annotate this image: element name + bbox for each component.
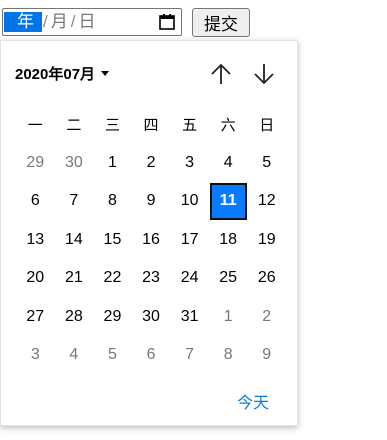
day-cell[interactable]: 27 <box>16 298 55 337</box>
day-cell[interactable]: 22 <box>93 259 132 298</box>
adjacent-month-day-cell[interactable]: 9 <box>247 336 286 375</box>
day-cell[interactable]: 7 <box>55 182 94 221</box>
adjacent-month-day-cell[interactable]: 30 <box>55 144 94 183</box>
selected-day-cell[interactable]: 11 <box>209 182 247 220</box>
calendar-week-row: 20 21 22 23 24 25 26 <box>16 259 286 298</box>
day-cell[interactable]: 4 <box>209 144 248 183</box>
weekday-label: 二 <box>66 115 82 134</box>
day-cell[interactable]: 6 <box>16 182 55 221</box>
caret-down-icon <box>101 71 110 76</box>
arrow-down-icon <box>254 64 274 85</box>
day-cell[interactable]: 1 <box>93 144 132 183</box>
calendar-grid: 一二三四五六日 29 30 1 2 3 4 5 6 7 8 9 10 11 12 13 14 15 16 17 18 1… <box>16 105 286 375</box>
today-button[interactable]: 今天 <box>237 389 269 413</box>
adjacent-month-day-cell[interactable]: 3 <box>16 336 55 375</box>
day-cell[interactable]: 24 <box>170 259 209 298</box>
day-cell[interactable]: 21 <box>55 259 94 298</box>
weekday-label: 五 <box>182 115 198 134</box>
calendar-week-row: 27 28 29 30 31 1 2 <box>16 298 286 337</box>
calendar-week-row: 29 30 1 2 3 4 5 <box>16 144 286 183</box>
adjacent-month-day-cell[interactable]: 2 <box>247 298 286 337</box>
weekday-label: 日 <box>259 115 275 134</box>
day-cell[interactable]: 20 <box>16 259 55 298</box>
day-cell[interactable]: 2 <box>132 144 171 183</box>
date-separator: / <box>43 12 48 31</box>
weekday-header-row: 一二三四五六日 <box>16 105 286 144</box>
day-cell[interactable]: 23 <box>132 259 171 298</box>
calendar-week-row: 13 14 15 16 17 18 19 <box>16 221 286 260</box>
weekday-label: 三 <box>104 115 120 134</box>
day-cell[interactable]: 15 <box>93 221 132 260</box>
calendar-week-row: 6 7 8 9 10 11 12 <box>16 182 286 221</box>
day-cell[interactable]: 14 <box>55 221 94 260</box>
adjacent-month-day-cell[interactable]: 4 <box>55 336 94 375</box>
page: 年 / 月 / 日 提交 2020年07月 一 二 三 四 五 六 日 29 3… <box>0 0 387 440</box>
adjacent-month-day-cell[interactable]: 6 <box>132 336 171 375</box>
month-segment[interactable]: 月 <box>49 12 70 32</box>
previous-month-button[interactable] <box>208 61 234 87</box>
day-cell[interactable]: 17 <box>170 221 209 260</box>
day-cell[interactable]: 26 <box>247 259 286 298</box>
submit-button[interactable]: 提交 <box>192 8 250 37</box>
next-month-button[interactable] <box>251 61 277 87</box>
arrow-up-icon <box>211 63 231 84</box>
weekday-label: 六 <box>220 115 236 134</box>
day-cell[interactable]: 25 <box>209 259 248 298</box>
year-segment[interactable]: 年 <box>4 12 42 32</box>
calendar-week-row: 3456789 <box>16 336 286 375</box>
adjacent-month-day-cell[interactable]: 5 <box>93 336 132 375</box>
adjacent-month-day-cell[interactable]: 7 <box>170 336 209 375</box>
day-cell[interactable]: 9 <box>132 182 171 221</box>
date-input[interactable]: 年 / 月 / 日 <box>2 8 182 36</box>
day-cell[interactable]: 30 <box>132 298 171 337</box>
day-cell[interactable]: 8 <box>93 182 132 221</box>
day-cell[interactable]: 31 <box>170 298 209 337</box>
adjacent-month-day-cell[interactable]: 1 <box>209 298 248 337</box>
day-cell[interactable]: 3 <box>170 144 209 183</box>
adjacent-month-day-cell[interactable]: 29 <box>16 144 55 183</box>
day-cell[interactable]: 19 <box>247 221 286 260</box>
adjacent-month-day-cell[interactable]: 8 <box>209 336 248 375</box>
day-cell[interactable]: 13 <box>16 221 55 260</box>
date-picker-popup: 2020年07月 一二三四五六日 29 30 1 2 3 4 5 6 7 8 9 10 11 12 13 14… <box>0 40 298 426</box>
day-cell[interactable]: 16 <box>132 221 171 260</box>
day-cell[interactable]: 5 <box>247 144 286 183</box>
day-cell[interactable]: 29 <box>93 298 132 337</box>
day-cell[interactable]: 12 <box>247 182 286 221</box>
day-segment[interactable]: 日 <box>76 12 97 32</box>
day-cell[interactable]: 10 <box>170 182 209 221</box>
month-year-selector[interactable]: 2020年07月 <box>15 63 110 84</box>
date-separator: / <box>70 12 76 31</box>
month-year-label: 2020年07月 <box>15 66 96 83</box>
calendar-icon[interactable] <box>158 13 176 31</box>
weekday-label: 一 <box>27 115 43 134</box>
day-cell[interactable]: 18 <box>209 221 248 260</box>
weekday-label: 四 <box>143 115 159 134</box>
day-cell[interactable]: 28 <box>55 298 94 337</box>
